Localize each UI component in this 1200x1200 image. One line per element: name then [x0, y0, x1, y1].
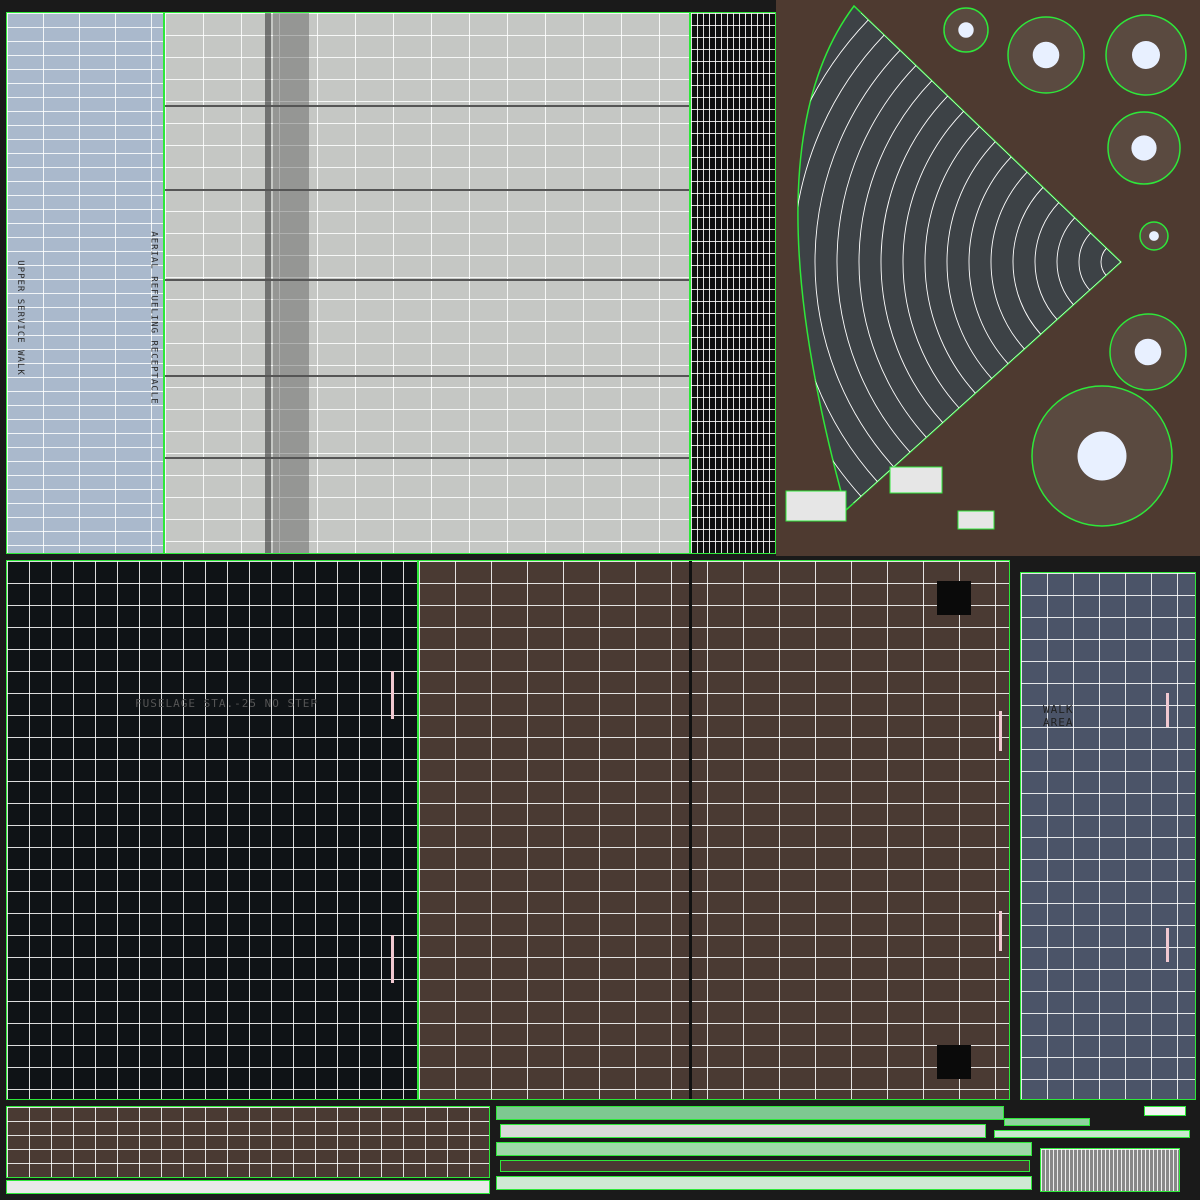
uv-island-dark-strip — [690, 12, 776, 554]
marker-6 — [1166, 928, 1169, 962]
panel-seam-1 — [165, 105, 689, 107]
uv-strip-6 — [1004, 1118, 1090, 1126]
uv-strip-3 — [496, 1142, 1032, 1156]
marker-1 — [391, 671, 394, 719]
marker-2 — [391, 935, 394, 983]
uv-island-pale-blue-panel: UPPER SERVICE WALK AERIAL REFUELING RECE… — [6, 12, 164, 554]
center-seam — [689, 561, 692, 1099]
uv-strip-4 — [500, 1160, 1030, 1172]
hull-stencil: FUSELAGE STA.-25 NO STEP — [135, 697, 318, 710]
panel-seam-3 — [165, 279, 689, 281]
marker-4 — [999, 911, 1002, 951]
panel-seam-5 — [165, 457, 689, 459]
uv-island-light-metal-panel — [164, 12, 690, 554]
hatch-bottom — [937, 1045, 971, 1079]
uv-island-blue-panel: WALK AREA — [1020, 572, 1196, 1100]
uv-strip-2 — [500, 1124, 986, 1138]
uv-island-vertical-lines — [1040, 1148, 1180, 1192]
hatch-top — [937, 581, 971, 615]
vertical-rail-edge — [265, 13, 271, 553]
uv-strip-8 — [1144, 1106, 1186, 1116]
uv-island-radial-fan — [776, 0, 1200, 556]
panel-seam-2 — [165, 189, 689, 191]
vertical-rail — [273, 13, 309, 553]
uv-strip-1 — [496, 1106, 1004, 1120]
vertical-stencil-2: AERIAL REFUELING RECEPTACLE — [148, 231, 159, 405]
uv-island-bottom-white-strip — [6, 1180, 490, 1194]
panel-stencil: WALK AREA — [1043, 703, 1074, 729]
uv-island-dark-hull: FUSELAGE STA.-25 NO STEP — [6, 560, 418, 1100]
marker-3 — [999, 711, 1002, 751]
uv-island-rust-panel — [418, 560, 1010, 1100]
uv-island-bottom-rust-strip — [6, 1106, 490, 1178]
uv-strip-5 — [496, 1176, 1032, 1190]
panel-seam-4 — [165, 375, 689, 377]
marker-5 — [1166, 693, 1169, 727]
vertical-stencil-1: UPPER SERVICE WALK — [14, 260, 25, 376]
uv-strip-7 — [994, 1130, 1190, 1138]
